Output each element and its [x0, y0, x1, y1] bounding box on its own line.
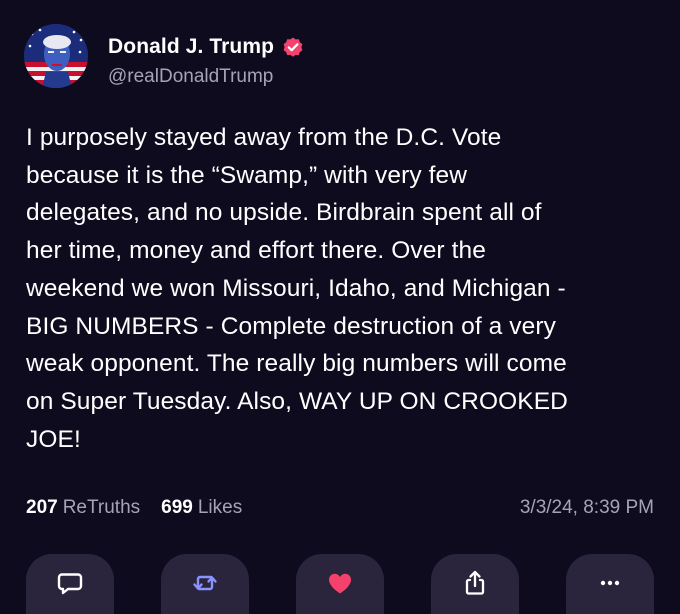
like-button[interactable]	[296, 554, 384, 614]
retruth-button[interactable]	[161, 554, 249, 614]
likes-stat[interactable]: 699 Likes	[161, 497, 242, 519]
retruths-label: ReTruths	[62, 497, 141, 518]
likes-label: Likes	[197, 497, 243, 518]
more-dots-icon	[600, 580, 620, 586]
chat-bubble-icon	[57, 573, 83, 595]
author-name-row: Donald J. Trump	[108, 33, 305, 61]
post-stats: 207 ReTruths 699 Likes	[26, 497, 263, 519]
post-timestamp: 3/3/24, 8:39 PM	[519, 497, 654, 518]
retruths-stat[interactable]: 207 ReTruths	[26, 497, 140, 519]
post-text: I purposely stayed away from the D.C. Vo…	[26, 124, 568, 453]
heart-icon	[329, 573, 351, 594]
truth-post: Donald J. Trump @realDonaldTrump I purpo…	[0, 0, 680, 614]
likes-count: 699	[161, 497, 193, 518]
reply-button[interactable]	[26, 554, 114, 614]
author-handle[interactable]: @realDonaldTrump	[108, 66, 273, 88]
share-button[interactable]	[431, 554, 519, 614]
avatar[interactable]	[24, 24, 88, 88]
share-icon	[465, 570, 485, 595]
retruths-count: 207	[26, 497, 58, 518]
verified-badge-icon	[281, 35, 305, 59]
repost-arrows-icon	[193, 575, 217, 591]
author-display-name[interactable]: Donald J. Trump	[108, 35, 274, 59]
action-bar	[26, 554, 654, 614]
more-options-button[interactable]	[566, 554, 654, 614]
avatar-image	[24, 24, 88, 88]
